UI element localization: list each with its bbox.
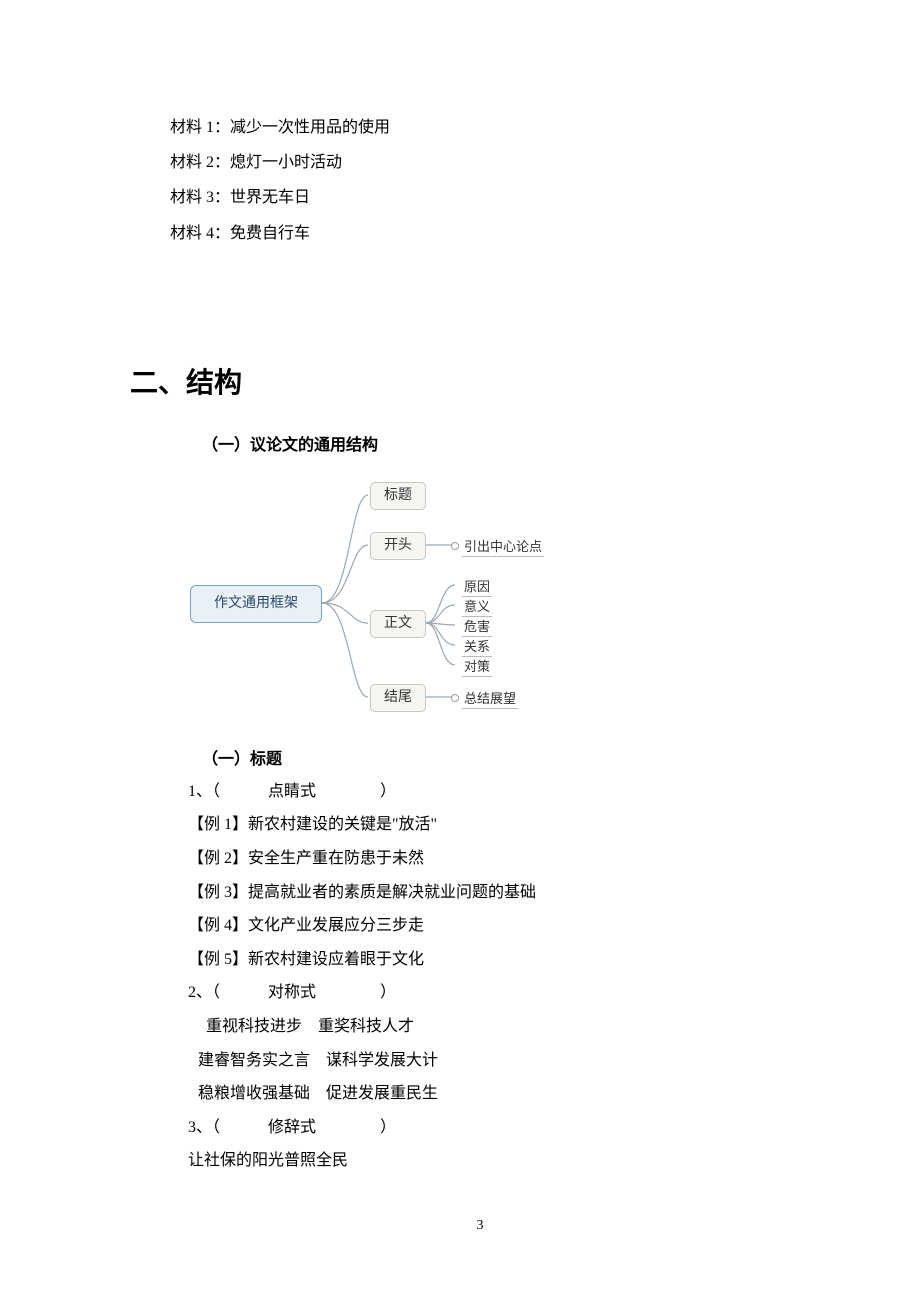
title-type-2-example-3: 稳粮增收强基础 促进发展重民生 [198,1077,790,1111]
title-type-1-example-3: 【例 3】提高就业者的素质是解决就业问题的基础 [188,876,790,910]
diagram-node-ending: 结尾 [370,684,426,712]
material-line-3: 材料 3：世界无车日 [170,180,790,215]
title-type-2-label: 2、（ 对称式 ） [188,976,790,1010]
essay-framework-diagram: 作文通用框架 标题 开头 正文 结尾 引出中心论点 原因 意义 危害 关系 对策… [190,465,790,725]
title-type-1-label: 1、（ 点睛式 ） [188,775,790,809]
diagram-leaf-body-3: 危害 [462,616,492,637]
title-type-1-example-4: 【例 4】文化产业发展应分三步走 [188,909,790,943]
document-page: 材料 1：减少一次性用品的使用 材料 2：熄灯一小时活动 材料 3：世界无车日 … [0,0,920,1294]
page-number: 3 [170,1218,790,1234]
material-line-4: 材料 4：免费自行车 [170,216,790,251]
diagram-leaf-body-1: 原因 [462,576,492,597]
diagram-leaf-body-2: 意义 [462,596,492,617]
subsection-title-heading: （一）标题 [202,745,790,769]
diagram-node-body: 正文 [370,610,426,638]
subsection-structure-heading: （一）议论文的通用结构 [202,431,790,455]
diagram-root-node: 作文通用框架 [190,585,322,623]
diagram-leaf-body-5: 对策 [462,656,492,677]
title-type-1-example-2: 【例 2】安全生产重在防患于未然 [188,842,790,876]
diagram-connector-dot [451,542,459,550]
section-2-heading: 二、结构 [130,361,790,401]
diagram-connector-dot [451,694,459,702]
diagram-node-title: 标题 [370,482,426,510]
material-line-2: 材料 2：熄灯一小时活动 [170,145,790,180]
title-type-2-example-1: 重视科技进步 重奖科技人才 [206,1010,790,1044]
title-type-3-label: 3、（ 修辞式 ） [188,1111,790,1145]
title-type-2-example-2: 建睿智务实之言 谋科学发展大计 [198,1044,790,1078]
title-type-1-example-1: 【例 1】新农村建设的关键是"放活" [188,808,790,842]
diagram-leaf-end: 总结展望 [462,688,518,709]
material-line-1: 材料 1：减少一次性用品的使用 [170,110,790,145]
title-type-1-example-5: 【例 5】新农村建设应着眼于文化 [188,943,790,977]
title-type-3-example: 让社保的阳光普照全民 [188,1144,790,1178]
diagram-leaf-body-4: 关系 [462,636,492,657]
diagram-leaf-open: 引出中心论点 [462,536,544,557]
diagram-node-opening: 开头 [370,532,426,560]
